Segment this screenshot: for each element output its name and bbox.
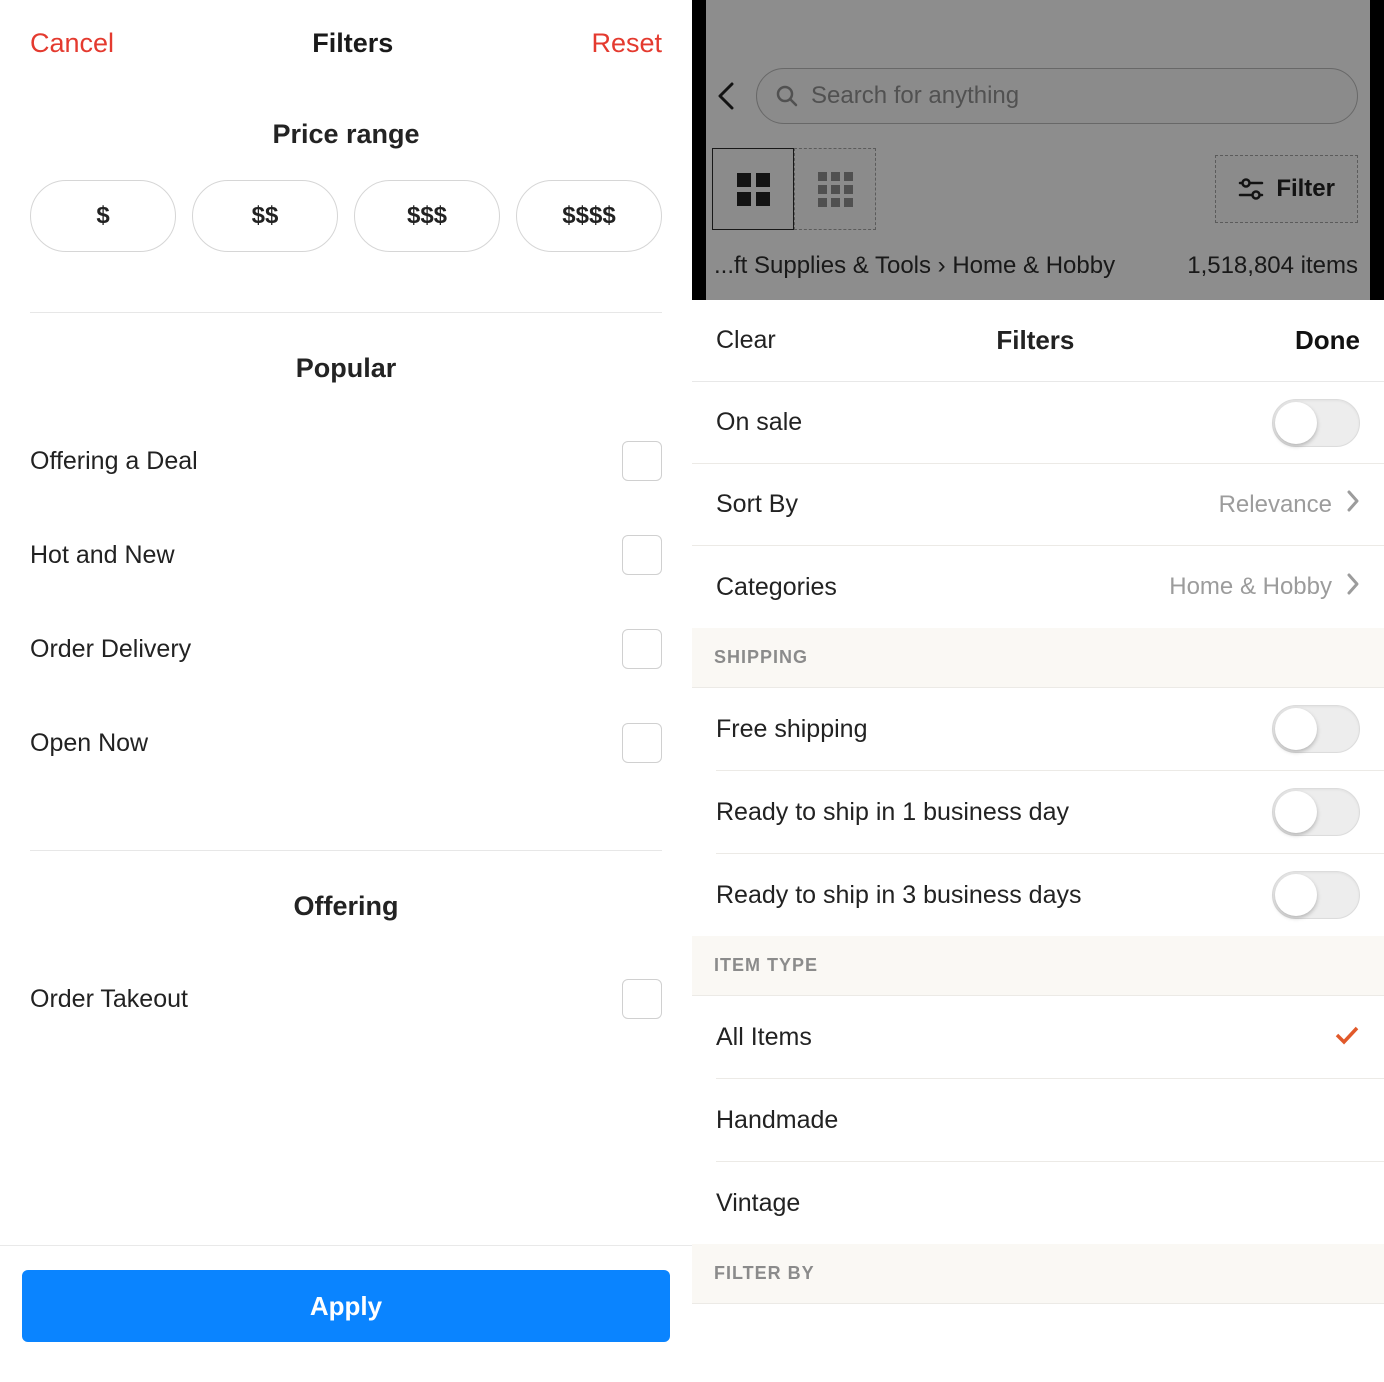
row-all-items[interactable]: All Items [692,996,1384,1078]
row-handmade[interactable]: Handmade [692,1079,1384,1161]
chevron-right-icon [1346,489,1360,520]
checkbox[interactable] [622,535,662,575]
price-option-3[interactable]: $$$ [354,180,500,252]
row-label: Ready to ship in 3 business days [716,881,1082,910]
section-shipping: SHIPPING [692,628,1384,688]
row-label: Handmade [716,1106,838,1135]
popular-item-hot-and-new[interactable]: Hot and New [30,508,662,602]
done-button[interactable]: Done [1295,325,1360,356]
popular-item-order-delivery[interactable]: Order Delivery [30,602,662,696]
price-range-options: $ $$ $$$ $$$$ [0,180,692,252]
checkbox-label: Order Delivery [30,635,191,664]
row-label: All Items [716,1023,812,1052]
popular-list: Offering a Deal Hot and New Order Delive… [0,414,692,790]
checkbox[interactable] [622,723,662,763]
toggle[interactable] [1272,705,1360,753]
clear-button[interactable]: Clear [716,326,776,355]
price-option-1[interactable]: $ [30,180,176,252]
checkbox-label: Hot and New [30,541,175,570]
left-header: Cancel Filters Reset [0,0,692,89]
popular-item-open-now[interactable]: Open Now [30,696,662,790]
apply-bar: Apply [0,1245,692,1382]
offering-heading: Offering [0,891,692,922]
price-option-2[interactable]: $$ [192,180,338,252]
sheet-header: Clear Filters Done [692,300,1384,382]
row-label: On sale [716,408,802,437]
row-label: Free shipping [716,715,867,744]
checkbox-label: Order Takeout [30,985,188,1014]
row-value: Home & Hobby [1169,573,1332,601]
left-pane: Cancel Filters Reset Price range $ $$ $$… [0,0,692,1382]
chevron-right-icon [1346,572,1360,603]
price-option-4[interactable]: $$$$ [516,180,662,252]
check-icon [1334,1024,1360,1051]
row-free-shipping[interactable]: Free shipping [692,688,1384,770]
row-label: Categories [716,573,837,602]
section-item-type: ITEM TYPE [692,936,1384,996]
toggle[interactable] [1272,871,1360,919]
checkbox[interactable] [622,441,662,481]
row-sort-by[interactable]: Sort By Relevance [692,464,1384,546]
popular-heading: Popular [0,353,692,384]
toggle[interactable] [1272,399,1360,447]
row-label: Vintage [716,1189,800,1218]
checkbox[interactable] [622,629,662,669]
row-ready-1-day[interactable]: Ready to ship in 1 business day [692,771,1384,853]
price-range-heading: Price range [0,119,692,150]
row-ready-3-days[interactable]: Ready to ship in 3 business days [692,854,1384,936]
filters-title: Filters [312,28,393,59]
section-filter-by: FILTER BY [692,1244,1384,1304]
row-on-sale[interactable]: On sale [692,382,1384,464]
row-value: Relevance [1219,491,1332,519]
checkbox[interactable] [622,979,662,1019]
offering-list: Order Takeout [0,952,692,1046]
checkbox-label: Open Now [30,729,148,758]
row-label: Sort By [716,490,798,519]
offering-item-order-takeout[interactable]: Order Takeout [30,952,662,1046]
reset-button[interactable]: Reset [591,28,662,59]
right-pane: Search for anything [692,0,1384,1382]
background-page: Search for anything [692,0,1384,300]
popular-item-offering-a-deal[interactable]: Offering a Deal [30,414,662,508]
toggle[interactable] [1272,788,1360,836]
checkbox-label: Offering a Deal [30,447,198,476]
apply-button[interactable]: Apply [22,1270,670,1342]
row-categories[interactable]: Categories Home & Hobby [692,546,1384,628]
sheet-title: Filters [996,325,1074,356]
divider [30,850,662,851]
divider [30,312,662,313]
row-vintage[interactable]: Vintage [692,1162,1384,1244]
cancel-button[interactable]: Cancel [30,28,114,59]
row-label: Ready to ship in 1 business day [716,798,1069,827]
